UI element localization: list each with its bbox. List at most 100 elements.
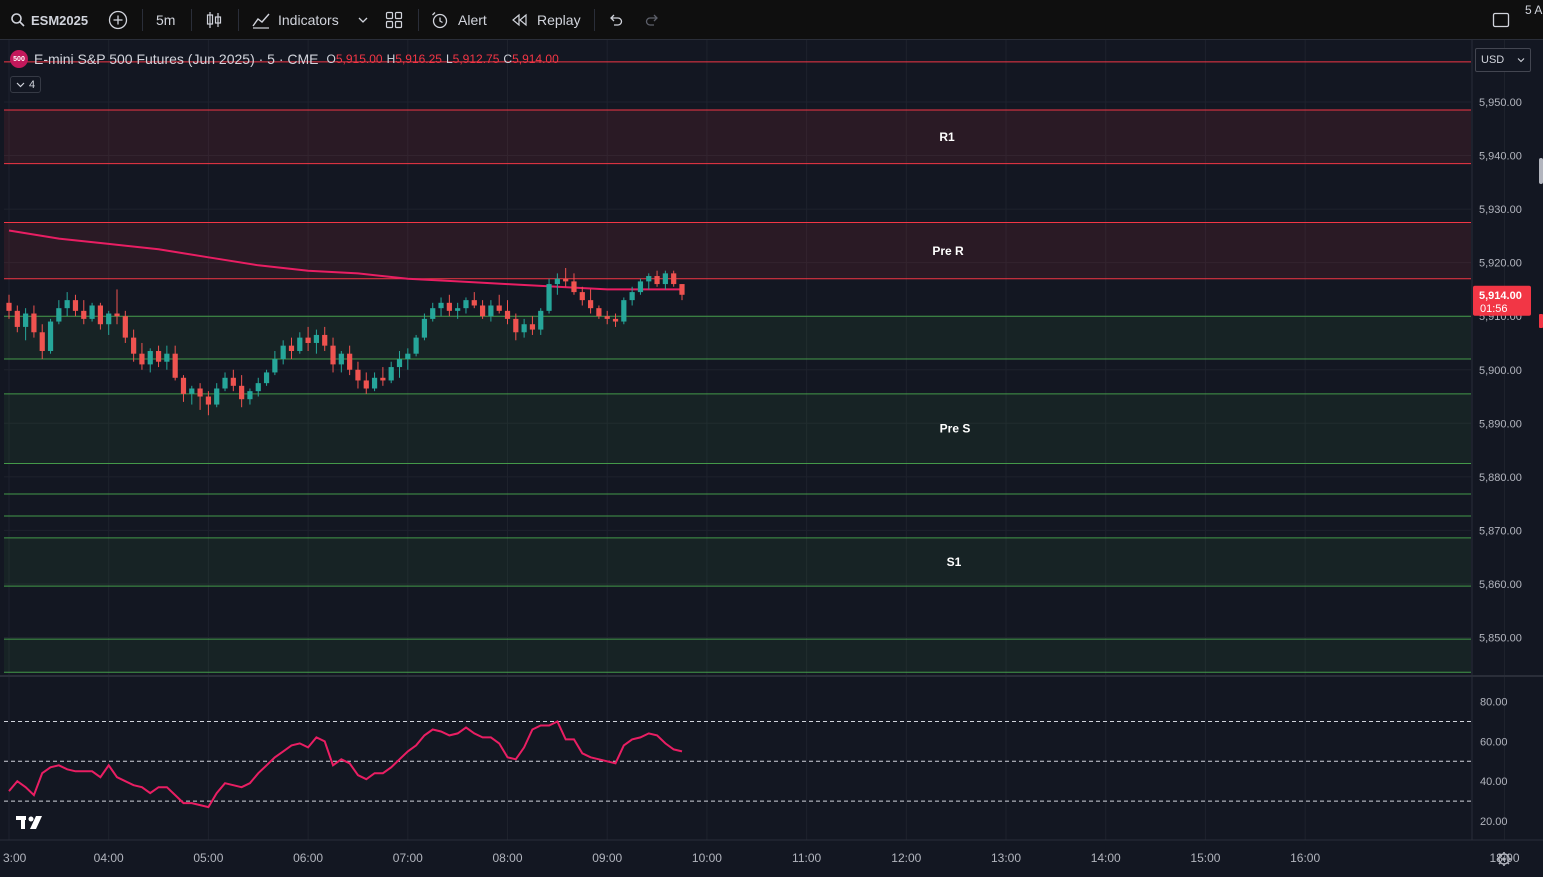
symbol-name: ESM2025 xyxy=(31,12,89,28)
interval-button[interactable]: 5m xyxy=(156,0,175,40)
price-tick-label: 5,850.00 xyxy=(1479,633,1522,645)
undo-icon xyxy=(610,14,623,26)
candle[interactable] xyxy=(413,334,419,357)
toolbar-separator xyxy=(142,9,143,31)
candle[interactable] xyxy=(355,361,361,389)
candle[interactable] xyxy=(471,292,477,309)
candle-body xyxy=(214,388,220,405)
compare-button[interactable] xyxy=(107,0,129,40)
fullscreen-button[interactable] xyxy=(1491,0,1511,40)
chart-canvas[interactable]: R1 Pre R Pre S S1 5,950.00 5,940.00 5,930.00 5,… xyxy=(0,40,1543,877)
candle[interactable] xyxy=(662,270,668,290)
candle-body xyxy=(546,284,552,311)
close-value: 5,914.00 xyxy=(512,52,559,66)
symbol-search-button[interactable]: ESM2025 xyxy=(10,0,88,40)
candle-body xyxy=(280,345,286,360)
rsi-line[interactable] xyxy=(8,720,683,809)
candle-body xyxy=(363,380,369,389)
candle[interactable] xyxy=(371,372,378,392)
candle-body xyxy=(629,292,635,301)
open-key: O xyxy=(326,52,336,66)
candle[interactable] xyxy=(64,292,70,317)
replay-button[interactable]: Replay xyxy=(511,0,581,40)
candle[interactable] xyxy=(679,284,685,301)
candle-body xyxy=(504,310,511,319)
price-scale-handle[interactable] xyxy=(1539,158,1543,184)
candle[interactable] xyxy=(263,369,270,386)
candle-body xyxy=(297,337,303,352)
low-key: L xyxy=(445,52,453,66)
candle[interactable] xyxy=(621,297,627,325)
symbol-title[interactable]: E-mini S&P 500 Futures (Jun 2025) · 5 · … xyxy=(34,51,319,67)
indicators-button[interactable]: Indicators xyxy=(251,0,339,40)
time-tick-label: 15:00 xyxy=(1190,851,1220,865)
candle[interactable] xyxy=(637,278,644,295)
indicators-collapse-button[interactable]: 4 xyxy=(10,76,41,93)
candle[interactable] xyxy=(47,318,54,354)
candle-body xyxy=(347,353,353,370)
candle-body xyxy=(172,353,178,378)
low-value: 5,912.75 xyxy=(452,52,500,66)
candle-body xyxy=(388,367,394,381)
candle[interactable] xyxy=(546,278,552,314)
candle-body xyxy=(81,310,87,319)
candle[interactable] xyxy=(388,361,394,384)
undo-button[interactable] xyxy=(606,0,624,40)
high-value: 5,916.25 xyxy=(395,52,442,66)
candle-body xyxy=(272,359,278,373)
rsi-tick-label: 40.00 xyxy=(1480,776,1508,788)
redo-button[interactable] xyxy=(644,0,662,40)
price-tick-label: 5,900.00 xyxy=(1479,365,1522,377)
candle-body xyxy=(563,278,569,282)
candle-body xyxy=(662,273,668,285)
candle[interactable] xyxy=(72,294,79,317)
candle[interactable] xyxy=(363,372,369,394)
zone-label-pre-r: Pre R xyxy=(932,244,964,258)
currency-select[interactable]: USD xyxy=(1475,48,1531,72)
candle[interactable] xyxy=(56,300,62,325)
candles-icon xyxy=(206,12,222,28)
candle[interactable] xyxy=(430,302,436,322)
candle-body xyxy=(39,332,45,352)
indicators-dropdown[interactable] xyxy=(357,0,369,40)
candle[interactable] xyxy=(222,372,228,392)
candle[interactable] xyxy=(496,294,502,314)
price-tick-label: 5,930.00 xyxy=(1479,204,1522,216)
time-tick-label: 09:00 xyxy=(592,851,622,865)
candle[interactable] xyxy=(479,300,486,319)
price-axis[interactable]: 5,950.005,940.005,930.005,920.005,910.00… xyxy=(1471,40,1543,840)
candle[interactable] xyxy=(587,289,594,314)
candle[interactable] xyxy=(579,286,585,306)
alert-button[interactable]: Alert xyxy=(430,0,487,40)
candle-body xyxy=(14,310,20,327)
gear-tooth xyxy=(1498,853,1502,857)
candle[interactable] xyxy=(463,297,469,314)
candle-body xyxy=(131,337,137,354)
tradingview-logo-icon xyxy=(16,816,42,829)
candle[interactable] xyxy=(89,302,95,322)
time-tick-label: 3:00 xyxy=(3,851,27,865)
candle[interactable] xyxy=(338,351,344,373)
settings-gear-icon[interactable] xyxy=(1497,852,1511,866)
layouts-button[interactable] xyxy=(385,0,403,40)
candle[interactable] xyxy=(446,294,452,317)
candle[interactable] xyxy=(6,294,12,319)
indicators-label: Indicators xyxy=(278,12,339,28)
chevron-down-icon xyxy=(358,17,368,23)
chart-area[interactable]: R1 Pre R Pre S S1 5,950.00 5,940.00 5,930.00 5,… xyxy=(0,40,1543,877)
candle[interactable] xyxy=(214,383,220,408)
gear-tooth xyxy=(1506,861,1510,865)
candle-body xyxy=(430,308,436,319)
candle-body xyxy=(654,276,660,285)
time-tick-label: 11:00 xyxy=(792,851,821,865)
candle-body xyxy=(396,359,403,368)
candle[interactable] xyxy=(147,348,153,373)
candle-body xyxy=(579,292,585,301)
candle[interactable] xyxy=(438,297,444,317)
price-tick-label: 5,920.00 xyxy=(1479,258,1522,270)
time-axis[interactable]: 3:00 04:00 05:00 06:00 07:00 08:00 09:00 10:00 1… xyxy=(0,839,1543,865)
zone-label-r1: R1 xyxy=(939,130,955,144)
chart-type-button[interactable] xyxy=(204,0,224,40)
candle-body xyxy=(671,273,677,285)
candle[interactable] xyxy=(230,369,236,392)
